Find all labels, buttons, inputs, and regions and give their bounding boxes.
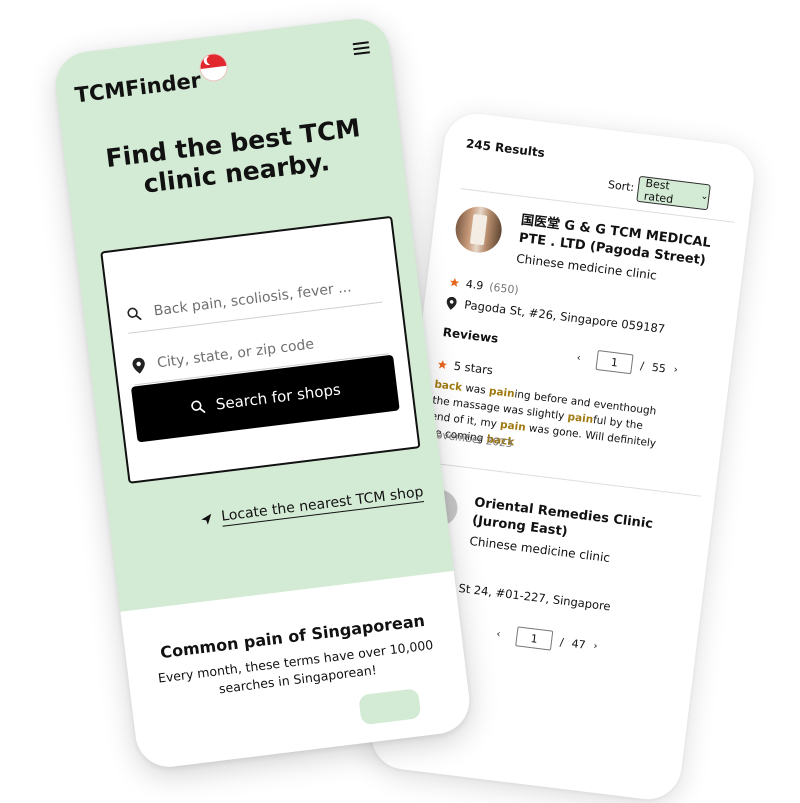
review-stars: 5 stars — [436, 357, 494, 378]
pain-tag[interactable] — [358, 688, 422, 726]
page-separator: / — [639, 358, 645, 373]
clinic-photo[interactable] — [453, 203, 505, 256]
next-page-button[interactable]: › — [673, 364, 678, 375]
clinic-rating: 4.9 (650) — [448, 275, 520, 297]
page-input[interactable]: 1 — [515, 626, 554, 651]
location-pin-icon — [446, 296, 457, 310]
location-pin-icon — [132, 357, 145, 374]
search-placeholder: Back pain, scoliosis, fever ... — [152, 279, 353, 320]
address-text: Pagoda St, #26, Singapore 059187 — [463, 297, 666, 337]
locate-label: Locate the nearest TCM shop — [220, 484, 425, 527]
sort-select[interactable]: Best rated ⌄ — [636, 175, 711, 211]
locate-link[interactable]: Locate the nearest TCM shop — [199, 484, 425, 529]
page-input[interactable]: 1 — [595, 350, 634, 375]
review-pager: ‹ 1 / 47 › — [487, 623, 606, 657]
star-icon — [438, 359, 448, 369]
review-text: back was paining before and eventhough t… — [427, 378, 657, 450]
sort-value: Best rated — [643, 176, 674, 207]
review-pager: ‹ 1 / 55 › — [568, 347, 687, 381]
next-page-button[interactable]: › — [593, 640, 598, 651]
page-total: 55 — [651, 360, 667, 375]
page-separator: / — [559, 635, 565, 649]
page-total: 47 — [570, 636, 587, 652]
search-icon — [191, 400, 206, 413]
chevron-down-icon: ⌄ — [700, 191, 709, 203]
menu-icon[interactable] — [352, 41, 371, 58]
rating-count: (650) — [488, 280, 520, 297]
divider — [426, 462, 701, 497]
singapore-flag-icon[interactable] — [199, 52, 229, 82]
prev-page-button[interactable]: ‹ — [576, 352, 581, 363]
page-title: Find the best TCM clinic nearby. — [104, 113, 362, 199]
app-logo[interactable]: TCMFinder — [74, 68, 203, 107]
sort-label: Sort: — [607, 178, 635, 195]
reviews-heading: Reviews — [442, 325, 500, 346]
stars-label: 5 stars — [453, 358, 494, 378]
search-card: Back pain, scoliosis, fever ... City, st… — [100, 215, 421, 484]
rating-value: 4.9 — [465, 277, 485, 293]
star-icon — [450, 278, 460, 288]
search-button-label: Search for shops — [214, 380, 342, 414]
home-phone: TCMFinder Find the best TCM clinic nearb… — [52, 15, 474, 771]
search-icon — [127, 307, 142, 321]
prev-page-button[interactable]: ‹ — [496, 628, 501, 639]
results-count: 245 Results — [465, 136, 546, 161]
navigation-arrow-icon — [201, 513, 212, 525]
